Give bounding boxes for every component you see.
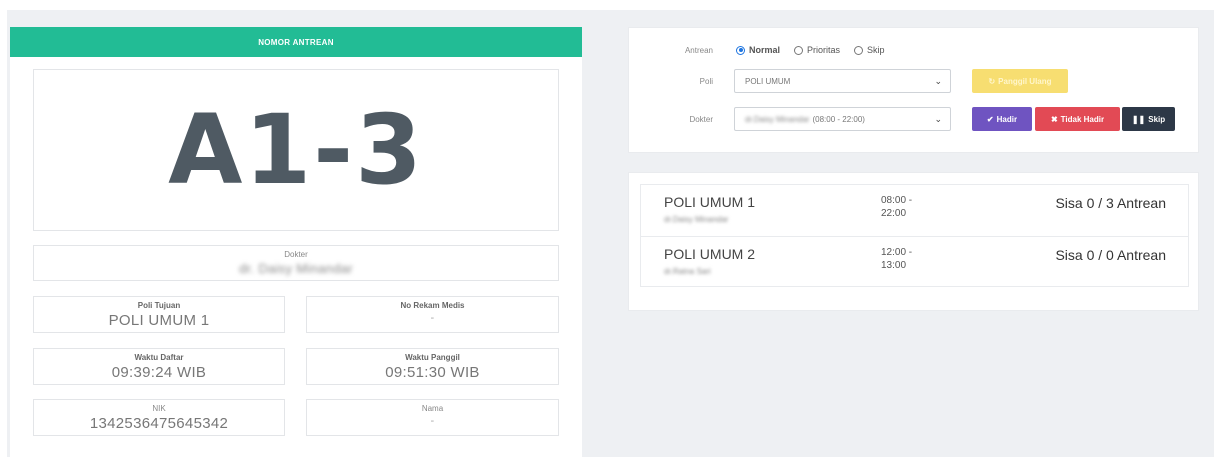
- skip-label: Skip: [1148, 114, 1166, 124]
- nik-label: NIK: [152, 404, 166, 413]
- dokter-value: dr. Daisy Minandar: [239, 261, 353, 276]
- waktu-daftar-value: 09:39:24 WIB: [111, 364, 207, 381]
- refresh-icon: ↻: [988, 76, 996, 86]
- panggil-ulang-button[interactable]: ↻ Panggil Ulang: [972, 69, 1068, 93]
- poli-label: Poli: [699, 77, 713, 86]
- time-end: 13:00: [881, 260, 907, 271]
- dokter-select[interactable]: dr.Daisy Minandar (08:00 - 22:00) ⌄: [734, 107, 951, 131]
- waktu-panggil-info: Waktu Panggil 09:51:30 WIB: [306, 348, 559, 385]
- check-icon: ✔: [986, 114, 994, 124]
- antrean-label: Antrean: [684, 46, 713, 55]
- no-rekam-medis-info: No Rekam Medis -: [306, 296, 559, 333]
- nama-info: Nama -: [306, 399, 559, 436]
- time-range: 08:00 - 22:00: [881, 194, 941, 220]
- remaining-count: Sisa 0 / 3 Antrean: [1055, 195, 1166, 211]
- time-end: 22:00: [881, 208, 907, 219]
- dokter-select-time: (08:00 - 22:00): [812, 114, 865, 124]
- nik-value: 1342536475645342: [89, 415, 229, 432]
- waktu-daftar-info: Waktu Daftar 09:39:24 WIB: [33, 348, 285, 385]
- poli-name: POLI UMUM 1: [664, 194, 756, 210]
- radio-prioritas-dot[interactable]: [794, 45, 804, 55]
- tidak-hadir-button[interactable]: ✖ Tidak Hadir: [1035, 107, 1120, 131]
- list-item[interactable]: POLI UMUM 2 dr.Ratna Sari 12:00 - 13:00 …: [641, 236, 1188, 287]
- poli-select-value: POLI UMUM: [745, 76, 791, 86]
- poli-tujuan-value: POLI UMUM 1: [108, 312, 210, 329]
- chevron-down-icon: ⌄: [934, 76, 942, 86]
- queue-display-panel: NOMOR ANTREAN A1-3 Dokter dr. Daisy Mina…: [10, 27, 582, 457]
- radio-skip-label: Skip: [867, 45, 885, 55]
- radio-normal-dot[interactable]: [736, 45, 745, 55]
- radio-skip-dot[interactable]: [854, 45, 864, 55]
- dokter-select-value: dr.Daisy Minandar: [745, 114, 810, 124]
- poli-name: POLI UMUM 2: [664, 246, 756, 262]
- radio-prioritas[interactable]: Prioritas: [794, 45, 840, 55]
- poli-list-panel: POLI UMUM 1 dr.Daisy Minandar 08:00 - 22…: [628, 172, 1199, 311]
- radio-normal-label: Normal: [749, 45, 781, 55]
- time-range: 12:00 - 13:00: [881, 246, 941, 272]
- app-root: NOMOR ANTREAN A1-3 Dokter dr. Daisy Mina…: [0, 0, 1214, 457]
- tidak-hadir-label: Tidak Hadir: [1060, 114, 1105, 124]
- nama-label: Nama: [421, 404, 444, 413]
- list-item[interactable]: POLI UMUM 1 dr.Daisy Minandar 08:00 - 22…: [641, 185, 1188, 236]
- poli-list: POLI UMUM 1 dr.Daisy Minandar 08:00 - 22…: [640, 184, 1189, 287]
- no-rekam-medis-label: No Rekam Medis: [400, 301, 465, 310]
- doctor-name: dr.Ratna Sari: [664, 267, 711, 276]
- doctor-name: dr.Daisy Minandar: [664, 215, 729, 224]
- nik-info: NIK 1342536475645342: [33, 399, 285, 436]
- queue-number-box: A1-3: [33, 69, 559, 231]
- waktu-panggil-value: 09:51:30 WIB: [385, 364, 480, 381]
- nama-value: -: [430, 415, 435, 427]
- remaining-count: Sisa 0 / 0 Antrean: [1055, 247, 1166, 263]
- radio-skip[interactable]: Skip: [854, 45, 885, 55]
- time-start: 12:00 -: [881, 247, 913, 258]
- hadir-button[interactable]: ✔ Hadir: [972, 107, 1032, 131]
- waktu-panggil-label: Waktu Panggil: [405, 353, 460, 362]
- antrean-type-radios: Normal Prioritas Skip: [736, 45, 885, 55]
- queue-header: NOMOR ANTREAN: [10, 27, 582, 57]
- hadir-label: Hadir: [996, 114, 1018, 124]
- poli-select[interactable]: POLI UMUM ⌄: [734, 69, 951, 93]
- time-start: 08:00 -: [881, 195, 913, 206]
- skip-button[interactable]: ❚❚ Skip: [1122, 107, 1175, 131]
- poli-tujuan-info: Poli Tujuan POLI UMUM 1: [33, 296, 285, 333]
- chevron-down-icon: ⌄: [934, 114, 942, 124]
- panggil-ulang-label: Panggil Ulang: [998, 76, 1052, 86]
- no-rekam-medis-value: -: [430, 312, 435, 324]
- dokter-label: Dokter: [284, 250, 308, 259]
- dokter-info: Dokter dr. Daisy Minandar: [33, 245, 559, 281]
- queue-number: A1-3: [168, 94, 424, 206]
- waktu-daftar-label: Waktu Daftar: [134, 353, 184, 362]
- x-circle-icon: ✖: [1050, 114, 1058, 124]
- call-control-panel: Antrean Normal Prioritas Skip Poli POLI …: [628, 27, 1199, 153]
- poli-tujuan-label: Poli Tujuan: [137, 301, 181, 310]
- pause-icon: ❚❚: [1131, 114, 1146, 124]
- radio-prioritas-label: Prioritas: [807, 45, 841, 55]
- radio-normal[interactable]: Normal: [736, 45, 780, 55]
- dokter-select-label: Dokter: [689, 115, 713, 124]
